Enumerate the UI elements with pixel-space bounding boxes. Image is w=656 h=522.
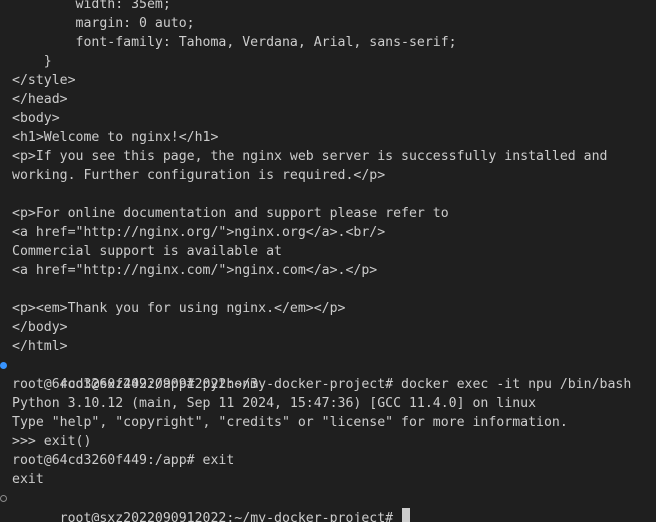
shell-prompt: root@sxz2022090912022:~/my-docker-projec… [59, 511, 402, 522]
terminal-line: <p><em>Thank you for using nginx.</em></… [12, 301, 346, 316]
terminal-line: margin: 0 auto; [12, 16, 195, 31]
terminal-output: width: 35em; margin: 0 auto; font-family… [0, 0, 656, 522]
terminal-line: Commercial support is available at [12, 244, 282, 259]
terminal-line: </style> [12, 73, 76, 88]
terminal-line: >>> exit() [12, 434, 92, 449]
terminal-line: </head> [12, 92, 68, 107]
terminal-line: exit [12, 472, 44, 487]
terminal-line: } [12, 54, 52, 69]
terminal-line: </body> [12, 320, 68, 335]
terminal-panel[interactable]: width: 35em; margin: 0 auto; font-family… [0, 0, 656, 522]
terminal-line: <p>If you see this page, the nginx web s… [12, 149, 608, 164]
terminal-command-line: root@sxz2022090912022:~/my-docker-projec… [0, 356, 656, 392]
terminal-line: <body> [12, 111, 60, 126]
terminal-line: font-family: Tahoma, Verdana, Arial, san… [12, 35, 457, 50]
terminal-line: <h1>Welcome to nginx!</h1> [12, 130, 219, 145]
command-success-decoration-icon[interactable] [0, 362, 7, 369]
command-pending-decoration-icon[interactable] [0, 495, 7, 502]
terminal-line: root@64cd3260f449:/app# python3 [12, 377, 259, 392]
terminal-line: </html> [12, 339, 68, 354]
text-cursor [402, 508, 411, 522]
terminal-line: Python 3.10.12 (main, Sep 11 2024, 15:47… [12, 396, 537, 411]
terminal-line: width: 35em; [12, 0, 171, 12]
terminal-line: <p>For online documentation and support … [12, 206, 449, 221]
terminal-line: <a href="http://nginx.org/">nginx.org</a… [12, 225, 386, 240]
terminal-prompt-line[interactable]: root@sxz2022090912022:~/my-docker-projec… [0, 489, 656, 522]
terminal-line: root@64cd3260f449:/app# exit [12, 453, 235, 468]
terminal-line: <a href="http://nginx.com/">nginx.com</a… [12, 263, 378, 278]
terminal-line: Type "help", "copyright", "credits" or "… [12, 415, 568, 430]
terminal-line: working. Further configuration is requir… [12, 168, 386, 183]
